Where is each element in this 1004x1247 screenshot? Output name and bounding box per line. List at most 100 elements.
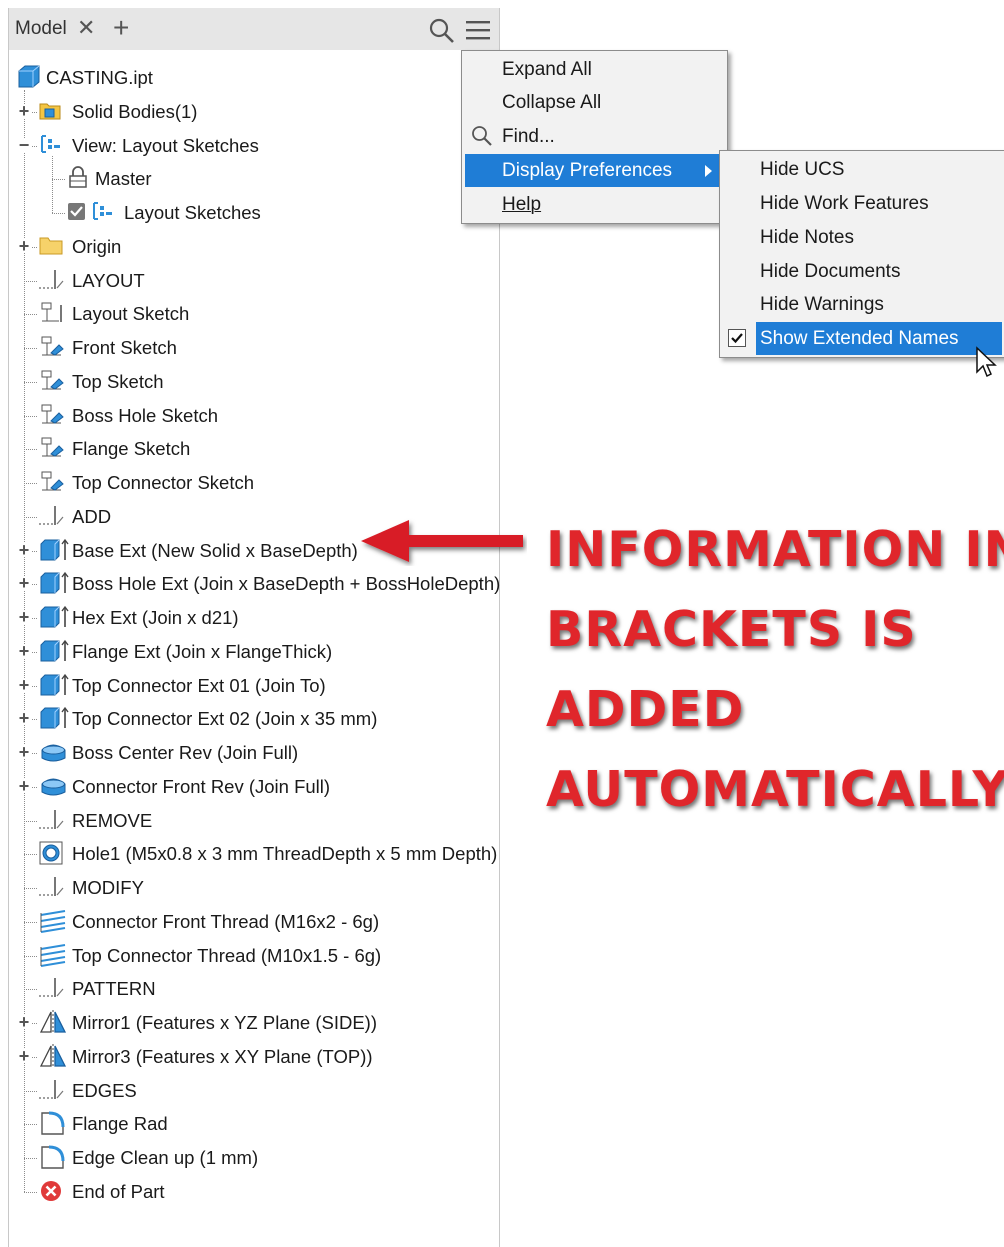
- submenu-item-hide-warnings[interactable]: Hide Warnings: [720, 288, 1004, 321]
- menu-item-label: Display Preferences: [502, 160, 673, 181]
- checked-view-icon: [67, 200, 117, 222]
- tree-item-end-of-part[interactable]: End of Part: [9, 1176, 499, 1206]
- sketch-icon: [39, 301, 65, 323]
- menu-item-expand-all[interactable]: Expand All: [462, 53, 727, 86]
- expand-icon[interactable]: +: [17, 102, 31, 120]
- tree-item-modify-folder[interactable]: MODIFY: [9, 872, 499, 902]
- tree-item-boss-hole-sketch[interactable]: Boss Hole Sketch: [9, 400, 499, 430]
- submenu-item-show-extended-names[interactable]: Show Extended Names: [720, 322, 1004, 355]
- tree-item-origin[interactable]: + Origin: [9, 231, 499, 261]
- tree-item-label: Top Connector Thread (M10x1.5 - 6g): [72, 944, 382, 966]
- callout-line: BRACKETS IS: [546, 601, 917, 658]
- revolve-icon: [39, 774, 69, 796]
- submenu-item-hide-ucs[interactable]: Hide UCS: [720, 153, 1004, 186]
- menu-item-label: Help: [502, 194, 542, 215]
- expand-icon[interactable]: +: [17, 676, 31, 694]
- mirror-icon: [39, 1010, 67, 1034]
- tree-item-flange-sketch[interactable]: Flange Sketch: [9, 433, 499, 463]
- expand-icon[interactable]: +: [17, 608, 31, 626]
- tree-item-top-connector-thread[interactable]: Top Connector Thread (M10x1.5 - 6g): [9, 940, 499, 970]
- tree-item-label: PATTERN: [72, 978, 156, 1000]
- tree-item-label: Top Connector Sketch: [72, 472, 255, 493]
- tree-item-remove-folder[interactable]: REMOVE: [9, 805, 499, 835]
- checkmark-icon: [728, 329, 746, 347]
- tree-item-view-layout-sketches[interactable]: − View: Layout Sketches: [9, 130, 499, 160]
- tree-guide-line: [24, 921, 37, 923]
- tree-item-layout-sketches-view[interactable]: Layout Sketches: [9, 197, 499, 227]
- expand-icon[interactable]: +: [17, 1013, 31, 1031]
- tree-guide-line: [52, 213, 65, 214]
- collapse-icon[interactable]: −: [17, 136, 31, 154]
- tree-item-connector-front-rev[interactable]: + Connector Front Rev (Join Full): [9, 771, 499, 801]
- tree-guide-line: [24, 415, 37, 417]
- submenu-item-hide-work-features[interactable]: Hide Work Features: [720, 187, 1004, 220]
- expand-icon[interactable]: +: [17, 237, 31, 255]
- tree-item-top-connector-sketch[interactable]: Top Connector Sketch: [9, 467, 499, 497]
- expand-icon[interactable]: +: [17, 1047, 31, 1065]
- submenu-item-hide-documents[interactable]: Hide Documents: [720, 255, 1004, 288]
- tree-item-layout-folder[interactable]: LAYOUT: [9, 265, 499, 295]
- callout-annotation: INFORMATION IN BRACKETS IS ADDED AUTOMAT…: [546, 510, 1004, 830]
- menu-item-label: Find...: [502, 126, 555, 147]
- tree-item-edge-clean-up[interactable]: Edge Clean up (1 mm): [9, 1142, 499, 1172]
- tree-item-label: Top Connector Ext 01 (Join To): [72, 674, 326, 696]
- tree-item-label: Layout Sketches: [124, 202, 261, 223]
- tree-item-boss-hole-ext[interactable]: + Boss Hole Ext (Join x BaseDepth + BossH…: [9, 568, 500, 598]
- tree-item-mirror1[interactable]: + Mirror1 (Features x YZ Plane (SIDE)): [9, 1007, 499, 1037]
- model-browser-panel: Model ✕ + CASTING.ipt + Solid Bodies(1) − Vi…: [8, 8, 500, 1247]
- tree-item-label: LAYOUT: [72, 269, 145, 291]
- tree-item-mirror3[interactable]: + Mirror3 (Features x XY Plane (TOP)): [9, 1041, 499, 1071]
- expand-icon[interactable]: +: [17, 642, 31, 660]
- tree-guide-line: [24, 1158, 37, 1159]
- display-preferences-submenu: Hide UCS Hide Work Features Hide Notes H…: [719, 150, 1004, 358]
- tree-item-label: REMOVE: [72, 809, 153, 831]
- sketch-icon: [39, 335, 65, 357]
- sketch-icon: [39, 436, 65, 458]
- tree-item-pattern-folder[interactable]: PATTERN: [9, 973, 499, 1003]
- tree-item-flange-rad[interactable]: Flange Rad: [9, 1108, 499, 1138]
- tree-guide-line: [24, 280, 37, 282]
- tree-item-label: Boss Hole Sketch: [72, 404, 219, 426]
- expand-icon[interactable]: +: [17, 574, 31, 592]
- tree-guide-line: [24, 314, 37, 316]
- tree-item-hole1[interactable]: Hole1 (M5x0.8 x 3 mm ThreadDepth x 5 mm …: [9, 838, 499, 868]
- add-tab-icon[interactable]: +: [113, 12, 129, 44]
- hamburger-menu-icon[interactable]: [465, 20, 491, 42]
- tree-item-label: Hex Ext (Join x d21): [72, 607, 239, 628]
- callout-line: INFORMATION IN: [546, 521, 1004, 578]
- expand-icon[interactable]: +: [17, 743, 31, 761]
- tree-item-layout-sketch[interactable]: Layout Sketch: [9, 298, 499, 328]
- tree-item-front-sketch[interactable]: Front Sketch: [9, 332, 499, 362]
- tree-item-top-connector-ext-02[interactable]: + Top Connector Ext 02 (Join x 35 mm): [9, 703, 499, 733]
- tree-item-connector-front-thread[interactable]: Connector Front Thread (M16x2 - 6g): [9, 906, 499, 936]
- expand-icon[interactable]: +: [17, 709, 31, 727]
- expand-icon[interactable]: +: [17, 777, 31, 795]
- tree-guide-line: [24, 989, 37, 991]
- tree-item-top-connector-ext-01[interactable]: + Top Connector Ext 01 (Join To): [9, 670, 499, 700]
- tree-item-hex-ext[interactable]: + Hex Ext (Join x d21): [9, 602, 499, 632]
- expand-icon[interactable]: +: [17, 541, 31, 559]
- menu-item-collapse-all[interactable]: Collapse All: [462, 86, 727, 119]
- tree-guide-line: [24, 854, 37, 856]
- search-icon[interactable]: [429, 18, 455, 44]
- tree-item-flange-ext[interactable]: + Flange Ext (Join x FlangeThick): [9, 636, 499, 666]
- menu-item-label: Expand All: [502, 59, 592, 80]
- tree-item-solid-bodies[interactable]: + Solid Bodies(1): [9, 96, 499, 126]
- feature-folder-icon: [39, 504, 71, 526]
- tree-item-master[interactable]: Master: [9, 163, 499, 193]
- feature-folder-icon: [39, 268, 71, 290]
- tree-root-part[interactable]: CASTING.ipt: [9, 62, 499, 92]
- menu-item-find[interactable]: Find...: [462, 120, 727, 153]
- tree-item-top-sketch[interactable]: Top Sketch: [9, 366, 499, 396]
- tree-item-edges-folder[interactable]: EDGES: [9, 1075, 499, 1105]
- menu-item-display-preferences[interactable]: Display Preferences: [465, 154, 720, 187]
- submenu-item-hide-notes[interactable]: Hide Notes: [720, 221, 1004, 254]
- tree-item-boss-center-rev[interactable]: + Boss Center Rev (Join Full): [9, 737, 499, 767]
- tree-item-label: CASTING.ipt: [46, 67, 153, 88]
- tab-model[interactable]: Model: [15, 18, 67, 40]
- thread-icon: [39, 909, 69, 933]
- menu-item-help[interactable]: Help: [462, 188, 727, 221]
- sketch-icon: [39, 403, 65, 425]
- tree-guide-line: [24, 888, 37, 889]
- close-icon[interactable]: ✕: [77, 15, 95, 41]
